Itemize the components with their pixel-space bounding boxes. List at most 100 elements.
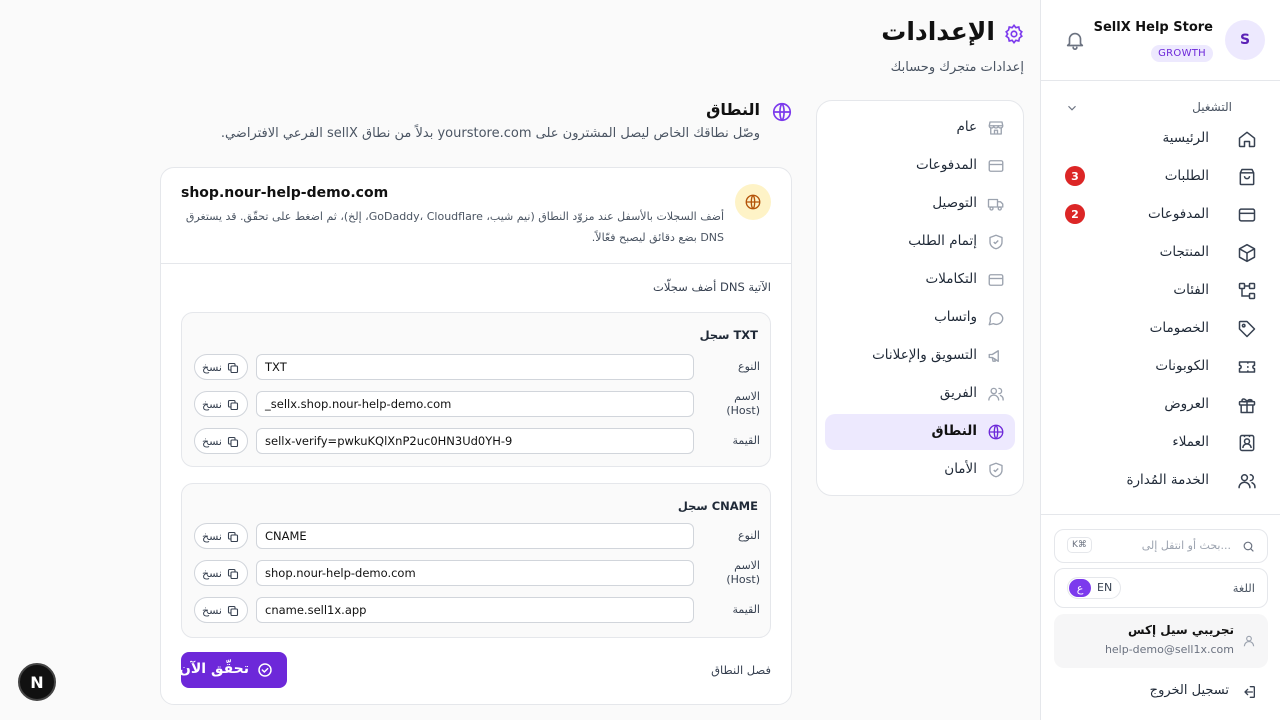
section-operations-label[interactable]: التشغيل (1192, 100, 1232, 114)
sidebar-item-customers[interactable]: العملاء (1041, 424, 1280, 462)
search-placeholder: بحث أو انتقل إلى... (1141, 539, 1231, 552)
section-title: النطاق (706, 100, 760, 119)
copy-button[interactable]: نسخ (194, 391, 248, 417)
users-icon (1237, 471, 1257, 491)
divider (161, 263, 791, 264)
copy-label: نسخ (202, 435, 222, 448)
search-input[interactable]: بحث أو انتقل إلى... K⌘ (1054, 529, 1268, 563)
lang-option-english[interactable]: EN (1097, 581, 1112, 594)
sidebar-item-products[interactable]: المنتجات (1041, 234, 1280, 272)
tag-icon (1237, 319, 1257, 339)
field-label: الاسم (734, 390, 760, 403)
truck-icon (987, 195, 1005, 213)
lang-option-arabic[interactable]: ع (1069, 579, 1091, 597)
record-name-field[interactable]: _sellx.shop.nour-help-demo.com (256, 391, 694, 417)
record-row-value: القيمة cname.sell1x.app نسخ (182, 597, 772, 623)
verify-now-button[interactable]: تحقّق الآن (178, 652, 287, 688)
settings-tab-label: التكاملات (925, 271, 977, 287)
sidebar-item-orders[interactable]: الطلبات 3 (1041, 158, 1280, 196)
sidebar-item-label: العروض (1164, 396, 1209, 412)
settings-tab-label: التسويق والإعلانات (872, 347, 977, 363)
verify-label: تحقّق الآن (178, 661, 249, 677)
settings-tab-integrations[interactable]: التكاملات (825, 262, 1015, 298)
user-card[interactable]: تجريبي سيل إكس help-demo@sell1x.com (1054, 614, 1268, 668)
sidebar-item-label: الطلبات (1164, 168, 1209, 184)
store-icon (987, 119, 1005, 137)
megaphone-icon (987, 347, 1005, 365)
globe-icon (987, 423, 1005, 441)
copy-button[interactable]: نسخ (194, 354, 248, 380)
disconnect-domain-button[interactable]: فصل النطاق (711, 663, 771, 677)
settings-tab-delivery[interactable]: التوصيل (825, 186, 1015, 222)
record-name-field[interactable]: shop.nour-help-demo.com (256, 560, 694, 586)
page-subtitle: إعدادات متجرك وحسابك (890, 60, 1024, 75)
home-icon (1237, 129, 1257, 149)
shopping-bag-icon (1237, 167, 1257, 187)
bell-icon[interactable] (1064, 29, 1086, 51)
sidebar-item-label: الخدمة المُدارة (1126, 472, 1209, 488)
record-row-type: النوع TXT نسخ (182, 354, 772, 380)
settings-tab-general[interactable]: عام (825, 110, 1015, 146)
copy-icon (227, 362, 239, 374)
store-avatar[interactable]: S (1225, 20, 1265, 60)
copy-label: نسخ (202, 604, 222, 617)
user-icon (1242, 634, 1256, 648)
settings-tab-security[interactable]: الأمان (825, 452, 1015, 488)
settings-tab-label: إتمام الطلب (908, 233, 977, 249)
settings-tab-domain[interactable]: النطاق (825, 414, 1015, 450)
cname-record: سجل CNAME النوع CNAME نسخ الاسم (Host) s… (181, 483, 771, 638)
settings-tab-label: واتساب (934, 309, 977, 325)
settings-tab-checkout[interactable]: إتمام الطلب (825, 224, 1015, 260)
store-name: SellX Help Store (1093, 20, 1213, 35)
sidebar-item-categories[interactable]: الفئات (1041, 272, 1280, 310)
sidebar-item-discounts[interactable]: الخصومات (1041, 310, 1280, 348)
settings-tab-team[interactable]: الفريق (825, 376, 1015, 412)
copy-label: نسخ (202, 567, 222, 580)
chevron-down-icon[interactable] (1065, 101, 1079, 115)
shield-check-icon (987, 461, 1005, 479)
record-row-name: الاسم (Host) shop.nour-help-demo.com نسخ (182, 559, 772, 586)
field-label: الاسم (734, 559, 760, 572)
user-name: تجريبي سيل إكس (1128, 623, 1234, 637)
record-type-field[interactable]: CNAME (256, 523, 694, 549)
record-value-field[interactable]: sellx-verify=pwkuKQlXnP2uc0HN3Ud0YH-9 (256, 428, 694, 454)
copy-button[interactable]: نسخ (194, 560, 248, 586)
users-icon (987, 385, 1005, 403)
copy-icon (227, 531, 239, 543)
credit-card-icon (1237, 205, 1257, 225)
sidebar-item-offers[interactable]: العروض (1041, 386, 1280, 424)
settings-tab-payments[interactable]: المدفوعات (825, 148, 1015, 184)
globe-icon (771, 101, 793, 123)
copy-button[interactable]: نسخ (194, 428, 248, 454)
hierarchy-icon (1237, 281, 1257, 301)
record-type-field[interactable]: TXT (256, 354, 694, 380)
gift-icon (1237, 395, 1257, 415)
record-value-field[interactable]: cname.sell1x.app (256, 597, 694, 623)
sidebar-item-coupons[interactable]: الكوبونات (1041, 348, 1280, 386)
copy-label: نسخ (202, 398, 222, 411)
copy-label: نسخ (202, 361, 222, 374)
sidebar-item-payments[interactable]: المدفوعات 2 (1041, 196, 1280, 234)
copy-button[interactable]: نسخ (194, 523, 248, 549)
section-description: وصّل نطاقك الخاص ليصل المشترون على yours… (220, 126, 760, 141)
dev-tools-badge[interactable]: N (18, 663, 56, 701)
sidebar-item-home[interactable]: الرئيسية (1041, 120, 1280, 158)
settings-tab-whatsapp[interactable]: واتساب (825, 300, 1015, 336)
search-icon (1242, 540, 1255, 553)
copy-icon (227, 605, 239, 617)
field-label-host: (Host) (726, 404, 760, 417)
sidebar-item-label: المنتجات (1159, 244, 1209, 260)
logout-button[interactable]: تسجيل الخروج (1041, 677, 1280, 707)
sidebar-item-managed-service[interactable]: الخدمة المُدارة (1041, 462, 1280, 500)
user-email: help-demo@sell1x.com (1104, 643, 1234, 656)
field-label: القيمة (732, 434, 760, 447)
settings-tab-marketing[interactable]: التسويق والإعلانات (825, 338, 1015, 374)
credit-card-icon (987, 157, 1005, 175)
check-circle-icon (257, 662, 273, 678)
copy-button[interactable]: نسخ (194, 597, 248, 623)
language-toggle[interactable]: ع EN (1067, 577, 1121, 599)
domain-name: shop.nour-help-demo.com (181, 185, 389, 201)
shield-check-icon (987, 233, 1005, 251)
orders-count-badge: 3 (1065, 166, 1085, 186)
logout-icon (1241, 684, 1257, 700)
